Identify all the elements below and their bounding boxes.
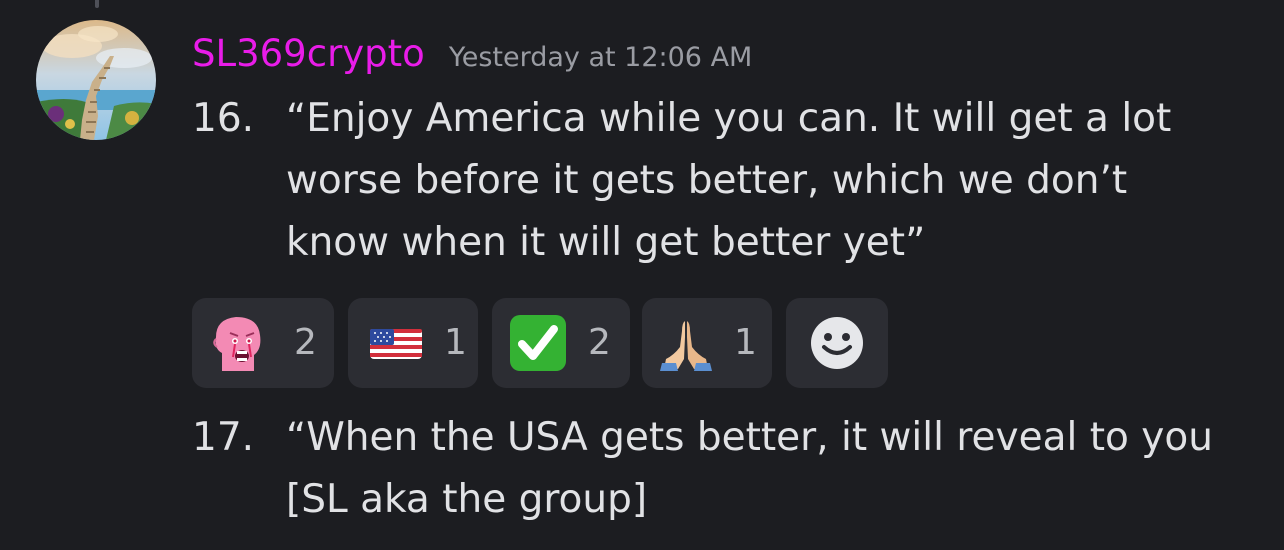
reaction-count: 2 (294, 322, 317, 363)
reaction-button[interactable]: 2 (192, 298, 334, 388)
message-header: SL369crypto Yesterday at 12:06 AM (192, 32, 752, 82)
reaction-button[interactable]: 2 (492, 298, 630, 388)
reaction-count: 1 (734, 322, 757, 363)
us-flag-emoji (366, 313, 426, 373)
list-item-line: worse before it gets better, which we do… (286, 158, 1128, 203)
list-item-line: know when it will get better yet” (286, 220, 926, 265)
message-timestamp[interactable]: Yesterday at 12:06 AM (449, 42, 753, 73)
add-reaction-smiley-icon (807, 313, 867, 373)
reaction-button[interactable]: 1 (642, 298, 772, 388)
add-reaction-button[interactable] (786, 298, 888, 388)
check-mark-button-emoji (508, 313, 568, 373)
pink-crying-wojak-emoji (208, 313, 268, 373)
list-item-number: 16. (192, 96, 255, 141)
list-item-line: “When the USA gets better, it will revea… (286, 415, 1213, 460)
thread-reply-line (95, 0, 99, 8)
list-item-line: “Enjoy America while you can. It will ge… (286, 96, 1172, 141)
reaction-count: 2 (588, 322, 611, 363)
author-username[interactable]: SL369crypto (192, 32, 425, 75)
avatar[interactable] (36, 20, 156, 140)
reaction-button[interactable]: 1 (348, 298, 478, 388)
folded-hands-emoji (656, 313, 716, 373)
list-item-text: “Enjoy America while you can. It will ge… (286, 88, 1171, 274)
list-item-line: [SL aka the group] (286, 477, 648, 522)
reaction-count: 1 (444, 322, 467, 363)
list-item-number: 17. (192, 415, 255, 460)
list-item-text: “When the USA gets better, it will revea… (286, 407, 1213, 531)
